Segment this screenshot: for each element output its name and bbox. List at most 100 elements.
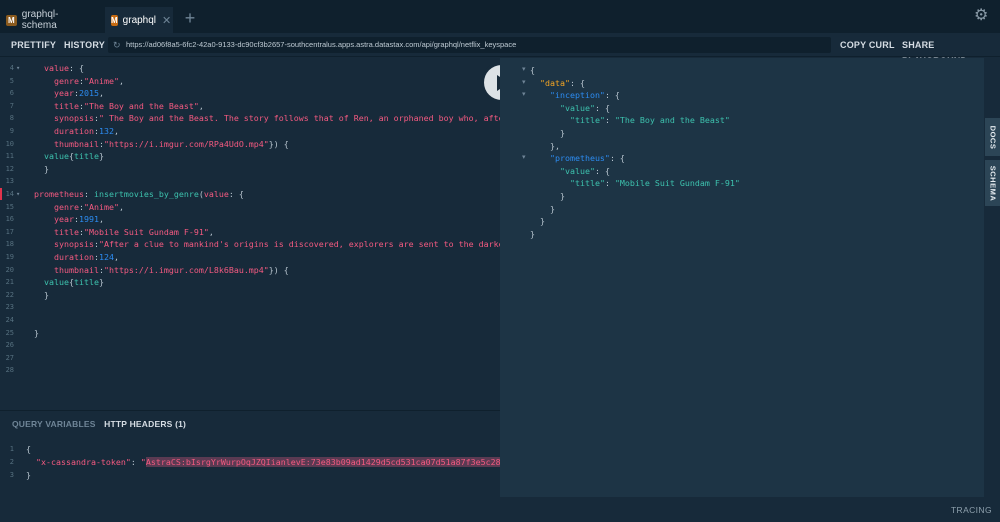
tracing-toggle[interactable]: TRACING [951,505,992,515]
editor-line[interactable]: 21 value{title} [0,276,500,289]
tab-graphql[interactable]: M graphql ✕ [105,7,173,33]
gear-icon[interactable]: ⚙ [974,8,990,24]
line-number: 13 [5,177,14,186]
editor-line[interactable]: 9 duration:132, [0,125,500,138]
code-text: synopsis:" The Boy and the Beast. The st… [53,113,500,124]
line-number: 14 [5,190,14,198]
code-text: } [24,163,49,174]
editor-line[interactable]: 20 thumbnail:"https://i.imgur.com/L8k6Ba… [0,264,500,277]
code-text: synopsis:"After a clue to mankind's orig… [53,239,500,250]
code-text: genre:"Anime", [53,201,124,212]
code-text: title:"The Boy and the Beast", [53,100,204,111]
reload-icon[interactable]: ↻ [113,37,121,53]
add-tab-icon[interactable]: + [180,9,200,29]
result-line: "value": { [559,165,610,176]
result-line: "value": { [559,102,610,113]
history-button[interactable]: HISTORY [64,37,105,53]
editor-line[interactable]: 23 [0,301,500,314]
graphql-tab-icon: M [111,14,118,26]
result-line: } [530,228,535,239]
result-line: "prometheus": { [549,153,625,164]
endpoint-url-input[interactable]: ↻ https://ad06f8a5-6fc2-42a0-9133-dc90cf… [108,37,831,53]
copy-curl-button[interactable]: COPY CURL [840,37,895,53]
line-number: 12 [5,164,14,173]
fold-arrow-icon[interactable]: ▾ [522,78,526,86]
line-number: 16 [5,215,14,224]
editor-line[interactable]: 19 duration:124, [0,251,500,264]
close-icon[interactable]: ✕ [162,14,171,27]
tab-http-headers[interactable]: HTTP HEADERS (1) [104,419,186,429]
editor-line[interactable]: 17 title:"Mobile Suit Gundam F-91", [0,226,500,239]
line-number: 27 [5,353,14,362]
schema-tab[interactable]: SCHEMA [985,160,1000,206]
endpoint-url-text: https://ad06f8a5-6fc2-42a0-9133-dc90cf3b… [126,40,517,49]
tab-graphql-schema[interactable]: M graphql-schema [0,7,98,33]
line-number: 6 [9,89,14,98]
code-text: } [26,470,31,480]
editor-line[interactable]: 22 } [0,289,500,302]
code-text: duration:132, [53,126,119,136]
editor-line[interactable]: 6 year:2015, [0,87,500,100]
header-line[interactable]: 2 "x-cassandra-token": "AstraCS:bIsrgYrW… [0,456,506,469]
editor-line[interactable]: 24 [0,314,500,327]
code-text: { [26,444,31,454]
line-number: 10 [5,139,14,148]
fold-arrow-icon[interactable]: ▾ [16,188,20,201]
editor-line[interactable]: 25 } [0,327,500,340]
fold-arrow-icon[interactable]: ▾ [522,153,526,161]
line-number: 25 [5,328,14,337]
variables-panel: QUERY VARIABLES HTTP HEADERS (1) 1{2 "x-… [0,410,506,522]
line-number: 15 [5,202,14,211]
graphql-tab-icon: M [6,14,17,26]
fold-arrow-icon[interactable]: ▾ [16,62,20,75]
line-number: 26 [5,341,14,350]
editor-line[interactable]: 15 genre:"Anime", [0,201,500,214]
result-line: "title": "Mobile Suit Gundam F-91" [569,178,740,189]
editor-line[interactable]: 5 genre:"Anime", [0,75,500,88]
line-number: 5 [9,76,14,85]
code-text: thumbnail:"https://i.imgur.com/L8k6Bau.m… [53,264,289,275]
tab-query-variables[interactable]: QUERY VARIABLES [12,419,96,429]
docs-tab[interactable]: DOCS [985,118,1000,156]
editor-line[interactable]: 18 synopsis:"After a clue to mankind's o… [0,238,500,251]
editor-line[interactable]: 10 thumbnail:"https://i.imgur.com/RPa4Ud… [0,138,500,151]
code-text: year:1991, [53,214,104,225]
code-text: value{title} [43,151,104,162]
editor-line[interactable]: 11 value{title} [0,150,500,163]
line-number: 17 [5,227,14,236]
editor-line[interactable]: 28 [0,364,500,377]
editor-line[interactable]: 16 year:1991, [0,213,500,226]
header-line[interactable]: 3} [0,469,500,482]
code-text: genre:"Anime", [53,75,124,86]
tab-label: graphql [122,14,157,26]
code-text: "x-cassandra-token": "AstraCS:bIsrgYrWur… [36,457,506,467]
tab-label: graphql-schema [21,9,59,31]
result-line: } [530,203,555,214]
editor-line[interactable]: 27 [0,352,500,365]
share-playground-button[interactable]: SHARE PLAYGROUND [902,37,1000,66]
header-line[interactable]: 1{ [0,443,500,456]
line-number: 22 [5,290,14,299]
editor-line[interactable]: 12 } [0,163,500,176]
line-number: 23 [5,303,14,312]
prettify-button[interactable]: PRETTIFY [11,37,56,53]
editor-line[interactable]: 26 [0,339,500,352]
line-number: 21 [5,278,14,287]
code-text: year:2015, [53,88,104,99]
result-line: "title": "The Boy and the Beast" [569,115,730,126]
line-number: 20 [5,265,14,274]
result-line: "data": { [540,77,585,88]
query-editor[interactable]: 4 ▾ value: {5 genre:"Anime", 6 year:2015, 7… [0,58,500,410]
editor-line[interactable]: 8 synopsis:" The Boy and the Beast. The … [0,112,500,125]
editor-line[interactable]: 14 ▾ prometheus: insertmovies_by_genre(va… [0,188,500,201]
line-number: 24 [5,316,14,324]
editor-line[interactable]: 7 title:"The Boy and the Beast", [0,100,500,113]
editor-line[interactable]: 13 [0,175,500,188]
result-line: }, [530,140,560,151]
fold-arrow-icon[interactable]: ▾ [522,90,526,98]
fold-arrow-icon[interactable]: ▾ [522,65,526,73]
editor-line[interactable]: 4 ▾ value: { [0,62,500,75]
result-line: { [530,65,535,75]
result-line: } [530,216,545,227]
toolbar: PRETTIFY HISTORY ↻ https://ad06f8a5-6fc2… [0,33,1000,66]
